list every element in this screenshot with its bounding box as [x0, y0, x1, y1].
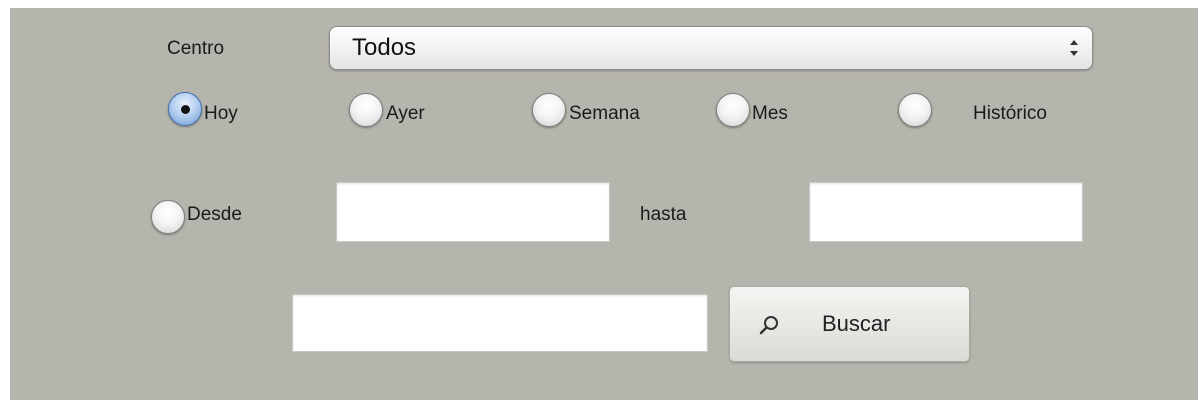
radio-selected-dot — [181, 105, 190, 114]
radio-historico[interactable] — [898, 93, 932, 127]
hasta-date-field[interactable] — [809, 182, 1083, 242]
radio-mes[interactable] — [716, 93, 750, 127]
centro-label: Centro — [167, 38, 225, 59]
search-input[interactable] — [292, 294, 708, 352]
search-button-label: Buscar — [822, 311, 891, 336]
radio-label-semana: Semana — [569, 103, 640, 124]
radio-semana[interactable] — [532, 93, 566, 127]
search-button[interactable]: Buscar — [729, 286, 970, 362]
centro-select-value: Todos — [352, 34, 417, 61]
radio-label-mes: Mes — [752, 103, 788, 124]
chevron-up-down-icon — [1070, 40, 1078, 56]
filter-panel: Centro Todos Hoy Ayer Semana Mes Históri… — [10, 8, 1198, 400]
radio-desde[interactable] — [151, 200, 185, 234]
radio-label-historico: Histórico — [973, 103, 1047, 124]
search-icon — [759, 316, 778, 335]
desde-date-field[interactable] — [336, 182, 610, 242]
radio-label-hoy: Hoy — [204, 103, 238, 124]
hasta-label: hasta — [640, 204, 687, 225]
radio-hoy[interactable] — [168, 92, 202, 126]
desde-label: Desde — [187, 204, 242, 225]
centro-select[interactable]: Todos — [329, 26, 1093, 70]
radio-label-ayer: Ayer — [386, 103, 425, 124]
radio-ayer[interactable] — [349, 93, 383, 127]
